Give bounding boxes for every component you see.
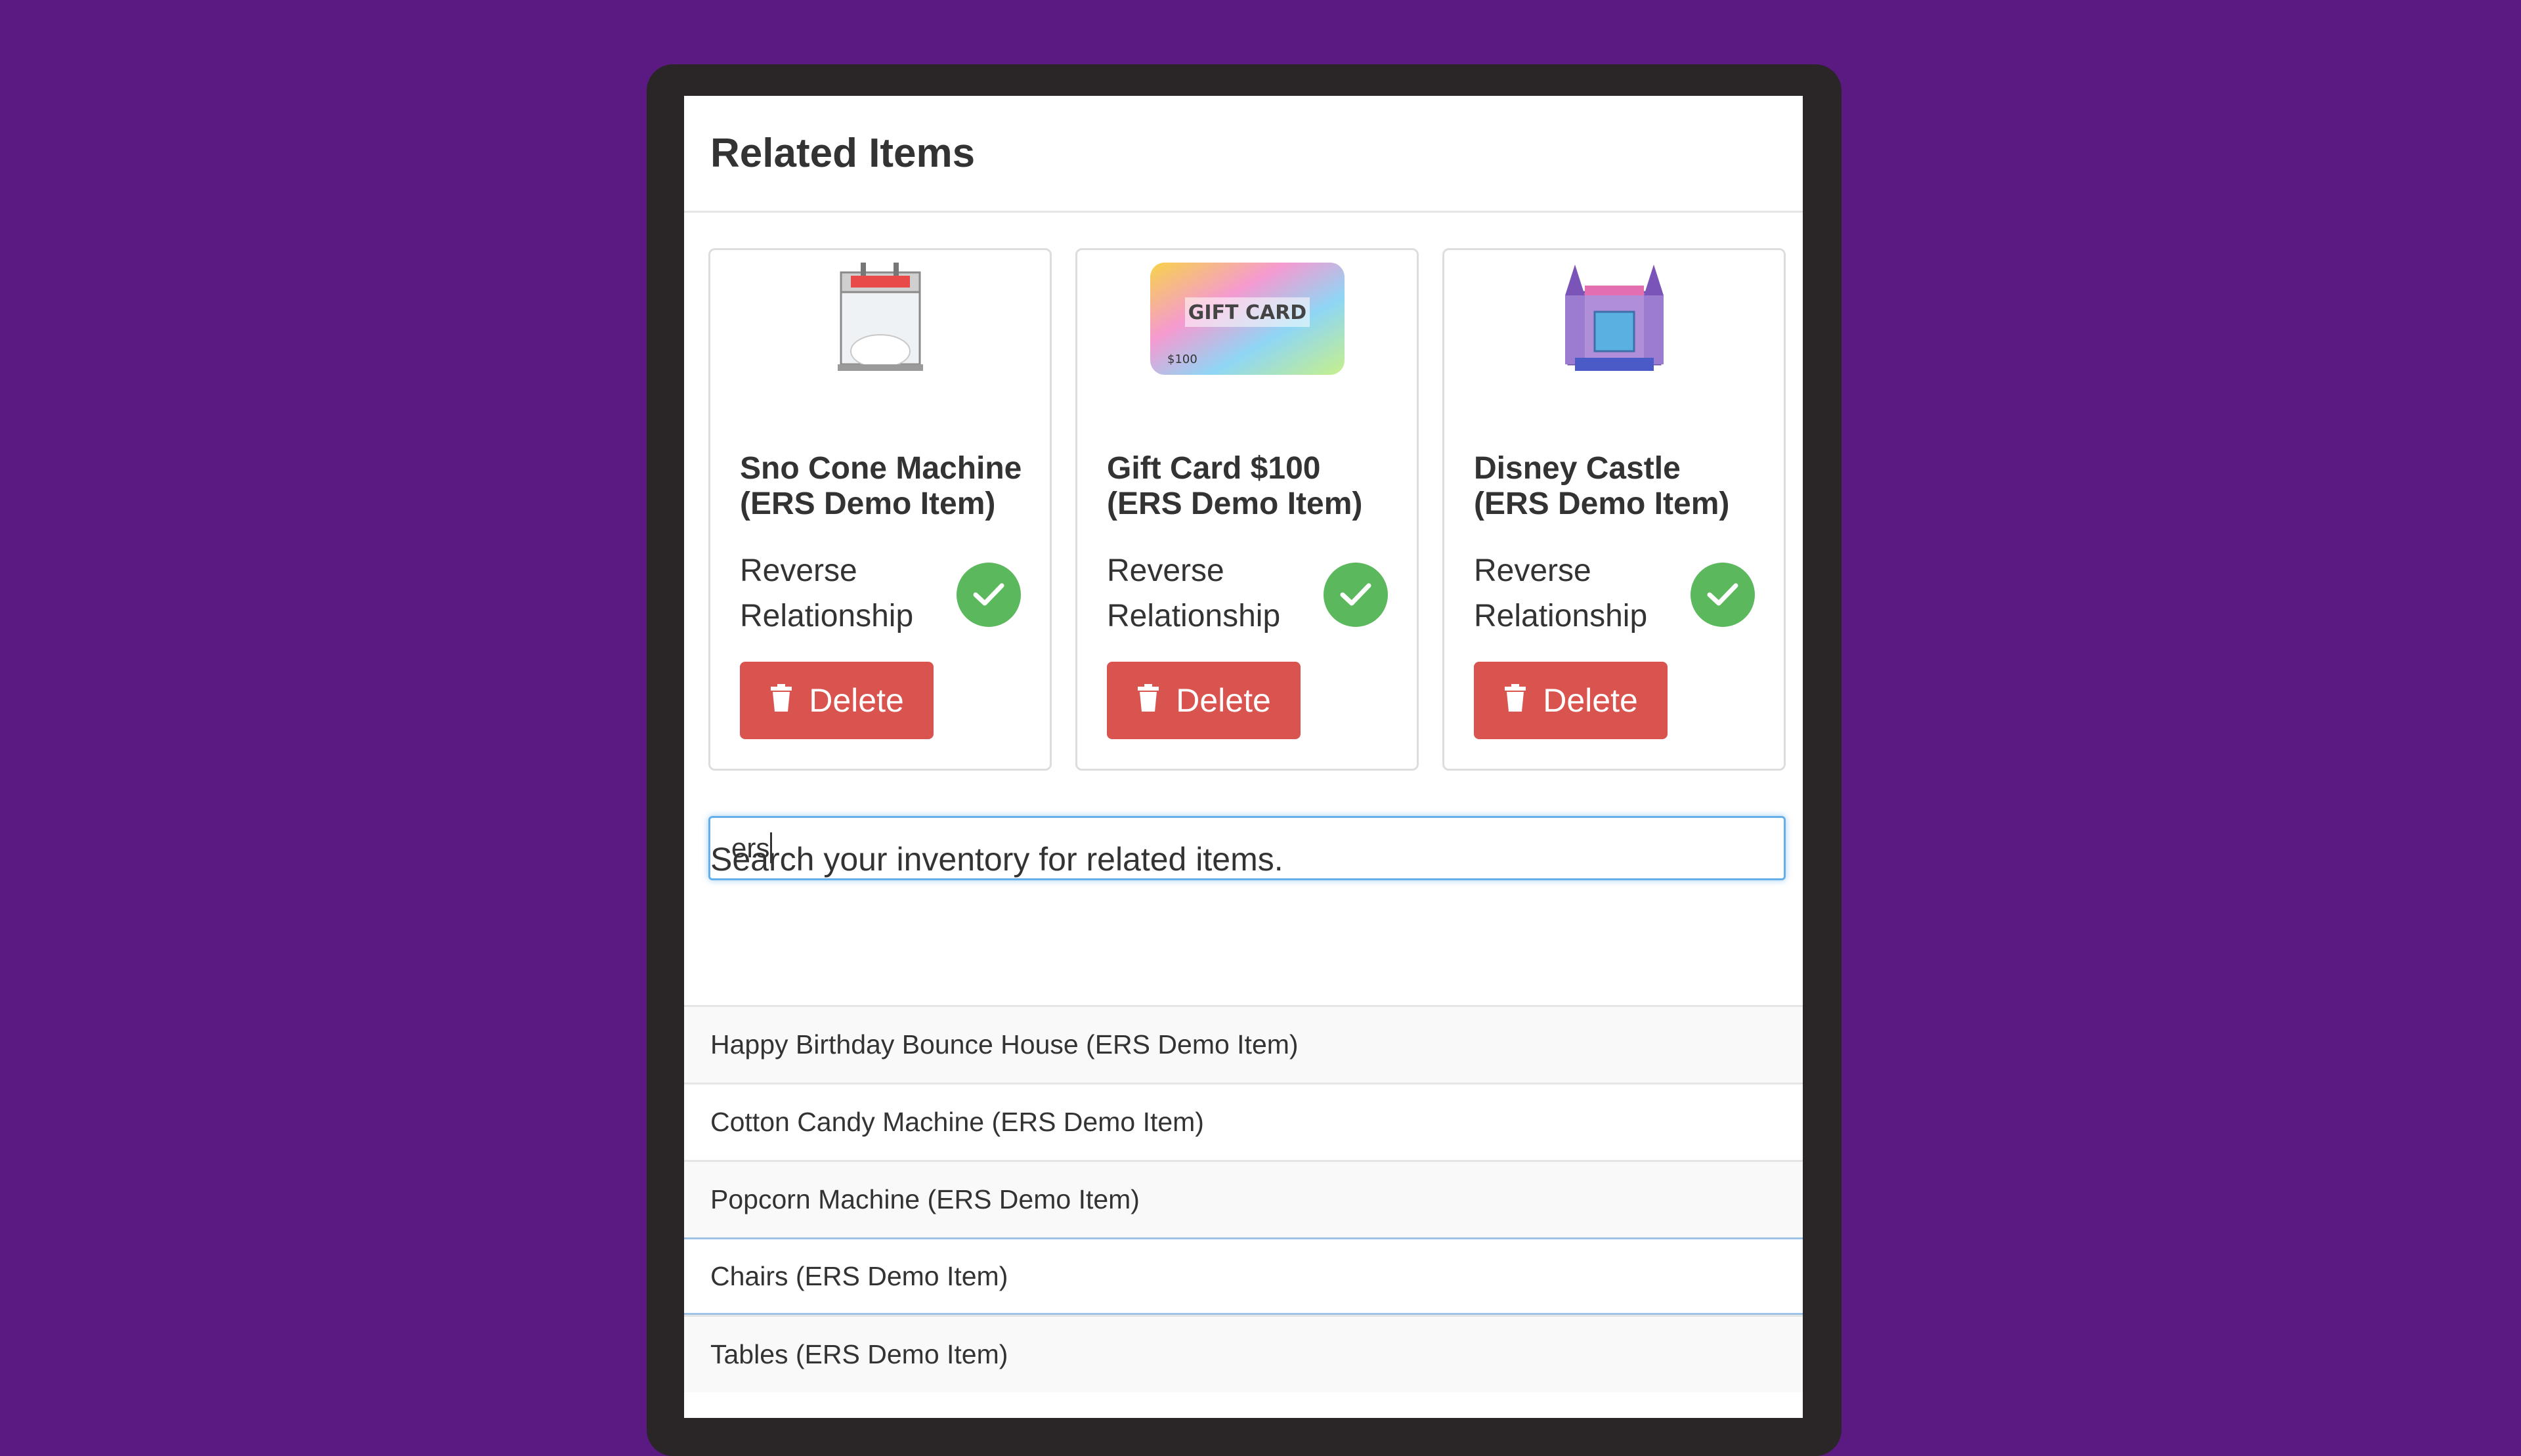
reverse-relationship-check-icon[interactable] (957, 563, 1021, 627)
search-result-item[interactable]: Tables (ERS Demo Item) (684, 1315, 1803, 1392)
bounce-castle-image (1513, 259, 1716, 377)
reverse-relationship-check-icon[interactable] (1324, 563, 1388, 627)
gift-card-image: GIFT CARD $100 (1146, 259, 1349, 377)
search-result-item[interactable]: Popcorn Machine (ERS Demo Item) (684, 1160, 1803, 1237)
related-item-card: GIFT CARD $100 Gift Card $100 (ERS Demo … (1075, 248, 1419, 771)
search-result-item[interactable]: Chairs (ERS Demo Item) (684, 1237, 1803, 1315)
gift-card-image-price: $100 (1167, 353, 1197, 366)
delete-button[interactable]: Delete (740, 662, 934, 739)
panel-title: Related Items (710, 131, 976, 176)
trash-icon (769, 681, 793, 719)
related-item-name: Gift Card $100 (ERS Demo Item) (1107, 451, 1363, 521)
reverse-relationship-label: Reverse Relationship (1474, 553, 1648, 633)
sno-cone-machine-image (779, 259, 982, 377)
related-item-card: Disney Castle (ERS Demo Item) Reverse Re… (1442, 248, 1786, 771)
related-item-card: Sno Cone Machine (ERS Demo Item) Reverse… (708, 248, 1052, 771)
trash-icon (1136, 681, 1160, 719)
search-input[interactable]: ers (708, 816, 1786, 880)
delete-label: Delete (1543, 682, 1638, 719)
trash-icon (1503, 681, 1527, 719)
panel-header: Related Items (684, 96, 1803, 213)
delete-button[interactable]: Delete (1107, 662, 1301, 739)
related-item-name: Disney Castle (ERS Demo Item) (1474, 451, 1730, 521)
related-item-name: Sno Cone Machine (ERS Demo Item) (740, 451, 1022, 521)
related-items-panel: Related Items Sno Cone Machine (ERS Demo… (684, 96, 1803, 1418)
search-result-item[interactable]: Cotton Candy Machine (ERS Demo Item) (684, 1082, 1803, 1160)
related-items-list: Sno Cone Machine (ERS Demo Item) Reverse… (708, 248, 1803, 773)
search-results-list: Happy Birthday Bounce House (ERS Demo It… (684, 1005, 1803, 1392)
reverse-relationship-label: Reverse Relationship (740, 553, 914, 633)
delete-label: Delete (809, 682, 904, 719)
text-cursor (770, 832, 773, 863)
reverse-relationship-check-icon[interactable] (1691, 563, 1755, 627)
search-input-value: ers (731, 832, 770, 863)
gift-card-image-text: GIFT CARD (1188, 301, 1306, 324)
search-result-item[interactable]: Happy Birthday Bounce House (ERS Demo It… (684, 1005, 1803, 1082)
delete-label: Delete (1176, 682, 1271, 719)
reverse-relationship-label: Reverse Relationship (1107, 553, 1281, 633)
delete-button[interactable]: Delete (1474, 662, 1668, 739)
